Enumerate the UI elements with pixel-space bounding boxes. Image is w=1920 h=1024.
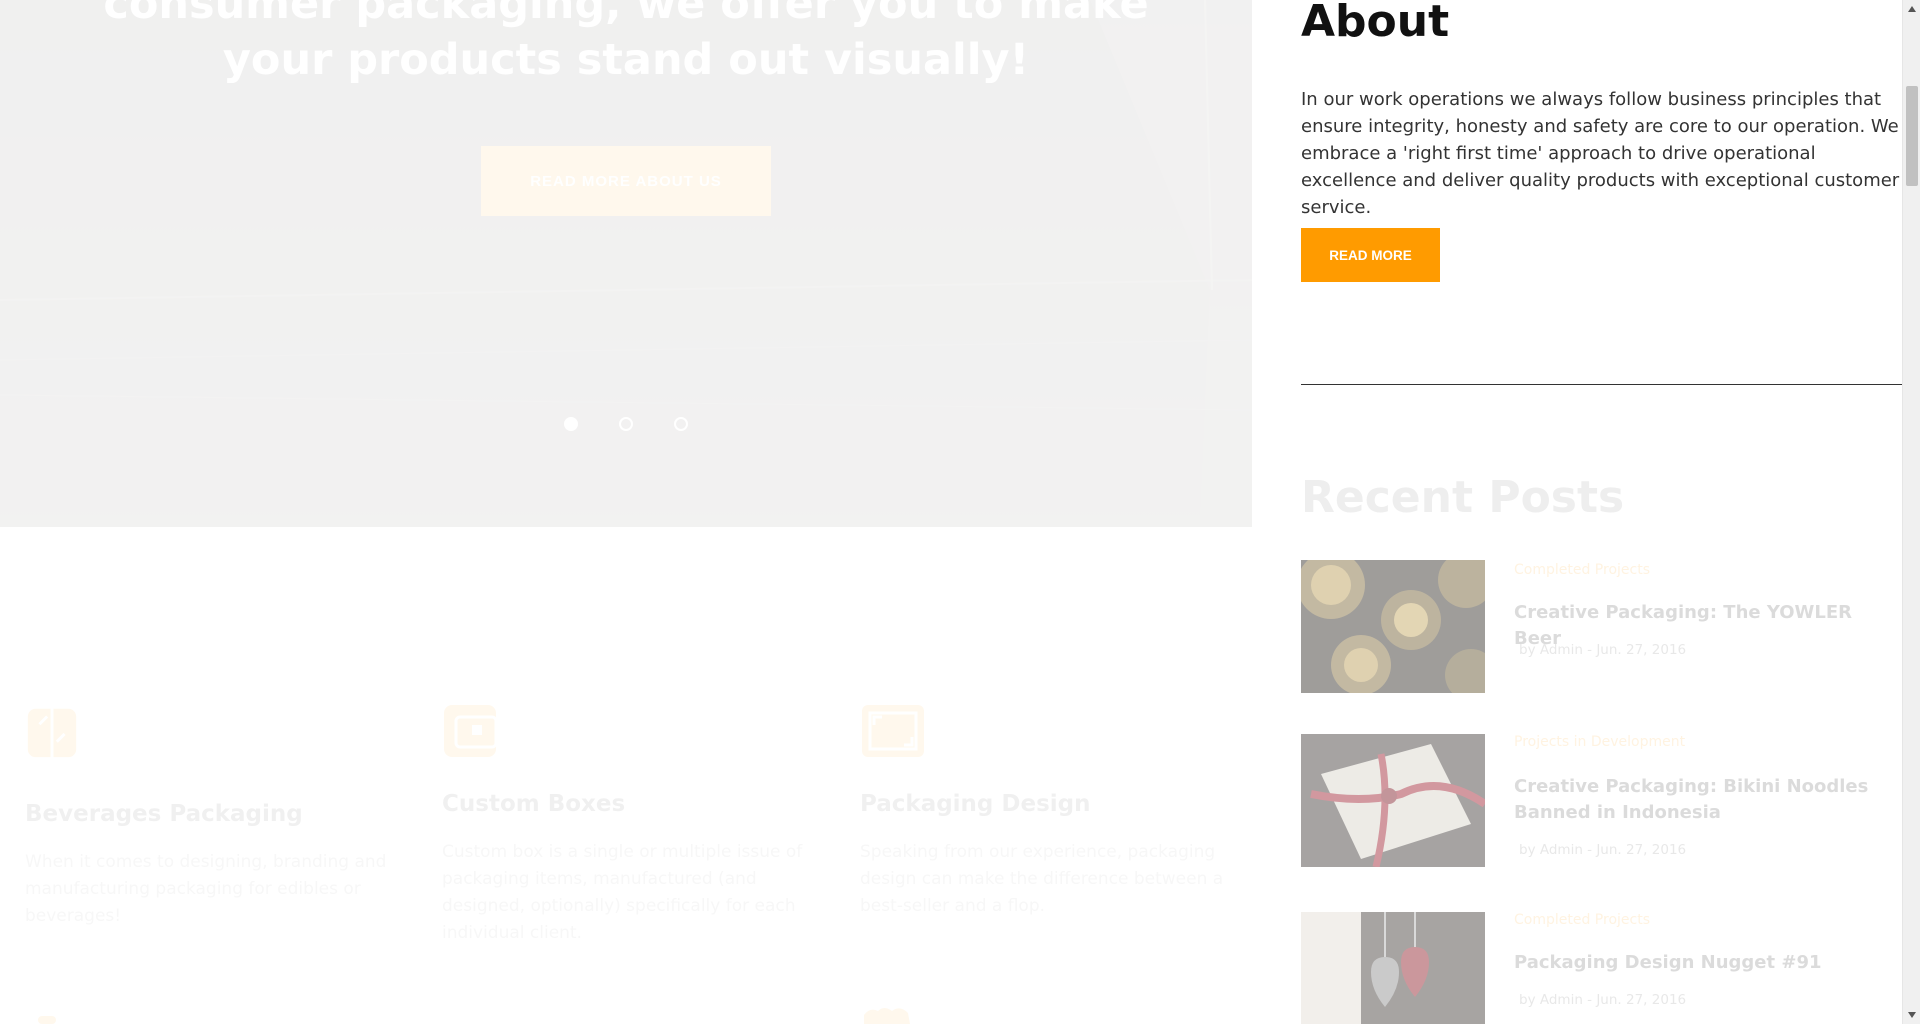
side-panel: About In our work operations we always f…: [1252, 0, 1902, 1024]
partial-icon: [38, 1016, 56, 1024]
post-category[interactable]: Projects in Development: [1514, 734, 1685, 750]
ribbon-envelope-photo[interactable]: [1301, 734, 1485, 867]
service-title: Custom Boxes: [442, 791, 626, 817]
divider: [1301, 384, 1902, 385]
recent-post[interactable]: Completed Projects Packaging Design Nugg…: [1301, 912, 1901, 1024]
post-category[interactable]: Completed Projects: [1514, 562, 1650, 578]
beverage-icon: [27, 704, 77, 761]
about-title: About: [1301, 0, 1450, 47]
wallet-box-icon: [444, 705, 496, 757]
post-title[interactable]: Creative Packaging: Bikini Noodles Banne…: [1514, 774, 1894, 826]
scrollbar[interactable]: [1902, 0, 1920, 1024]
slide-dot-1[interactable]: [564, 417, 578, 431]
service-title: Packaging Design: [860, 791, 1091, 817]
recent-post[interactable]: Completed Projects Creative Packaging: T…: [1301, 560, 1901, 694]
scroll-down-arrow-icon[interactable]: [1903, 1006, 1920, 1024]
frame-design-icon: [862, 705, 924, 757]
post-title[interactable]: Packaging Design Nugget #91: [1514, 950, 1894, 976]
partial-icon: [864, 1008, 910, 1024]
recent-posts-title: Recent Posts: [1301, 472, 1625, 523]
post-category[interactable]: Completed Projects: [1514, 912, 1650, 928]
about-text: In our work operations we always follow …: [1301, 89, 1900, 218]
slide-dot-3[interactable]: [674, 417, 688, 431]
service-text: When it comes to designing, branding and…: [25, 852, 387, 926]
hero-heading: consumer packaging, we offer you to make…: [103, 0, 1149, 85]
beer-cans-photo[interactable]: [1301, 560, 1485, 693]
services-section: Beverages Packaging When it comes to des…: [0, 527, 1252, 1024]
read-more-about-us-button[interactable]: READ MORE ABOUT US: [481, 146, 771, 216]
slide-dot-2[interactable]: [619, 417, 633, 431]
slider-pagination: [564, 417, 688, 431]
service-custom-boxes: Custom Boxes Custom box is a single or m…: [442, 703, 832, 947]
read-more-button[interactable]: READ MORE: [1301, 228, 1440, 282]
hearts-photo[interactable]: [1301, 912, 1485, 1024]
service-packaging-design: Packaging Design Speaking from our exper…: [860, 703, 1250, 920]
service-text: Custom box is a single or multiple issue…: [442, 842, 803, 943]
post-meta: by Admin - Jun. 27, 2016: [1519, 842, 1687, 858]
service-text: Speaking from our experience, packaging …: [860, 842, 1224, 916]
scrollbar-thumb[interactable]: [1906, 86, 1918, 186]
service-title: Beverages Packaging: [25, 801, 303, 827]
service-beverages: Beverages Packaging When it comes to des…: [25, 703, 415, 930]
main-content: consumer packaging, we offer you to make…: [0, 0, 1252, 1024]
hero-slider: consumer packaging, we offer you to make…: [0, 0, 1252, 527]
post-meta: by Admin - Jun. 27, 2016: [1519, 642, 1687, 658]
recent-post[interactable]: Projects in Development Creative Packagi…: [1301, 734, 1901, 884]
scroll-up-arrow-icon[interactable]: [1903, 0, 1920, 18]
post-meta: by Admin - Jun. 27, 2016: [1519, 992, 1687, 1008]
recent-posts-widget: Recent Posts Completed Projects Creative…: [1252, 440, 1902, 1024]
